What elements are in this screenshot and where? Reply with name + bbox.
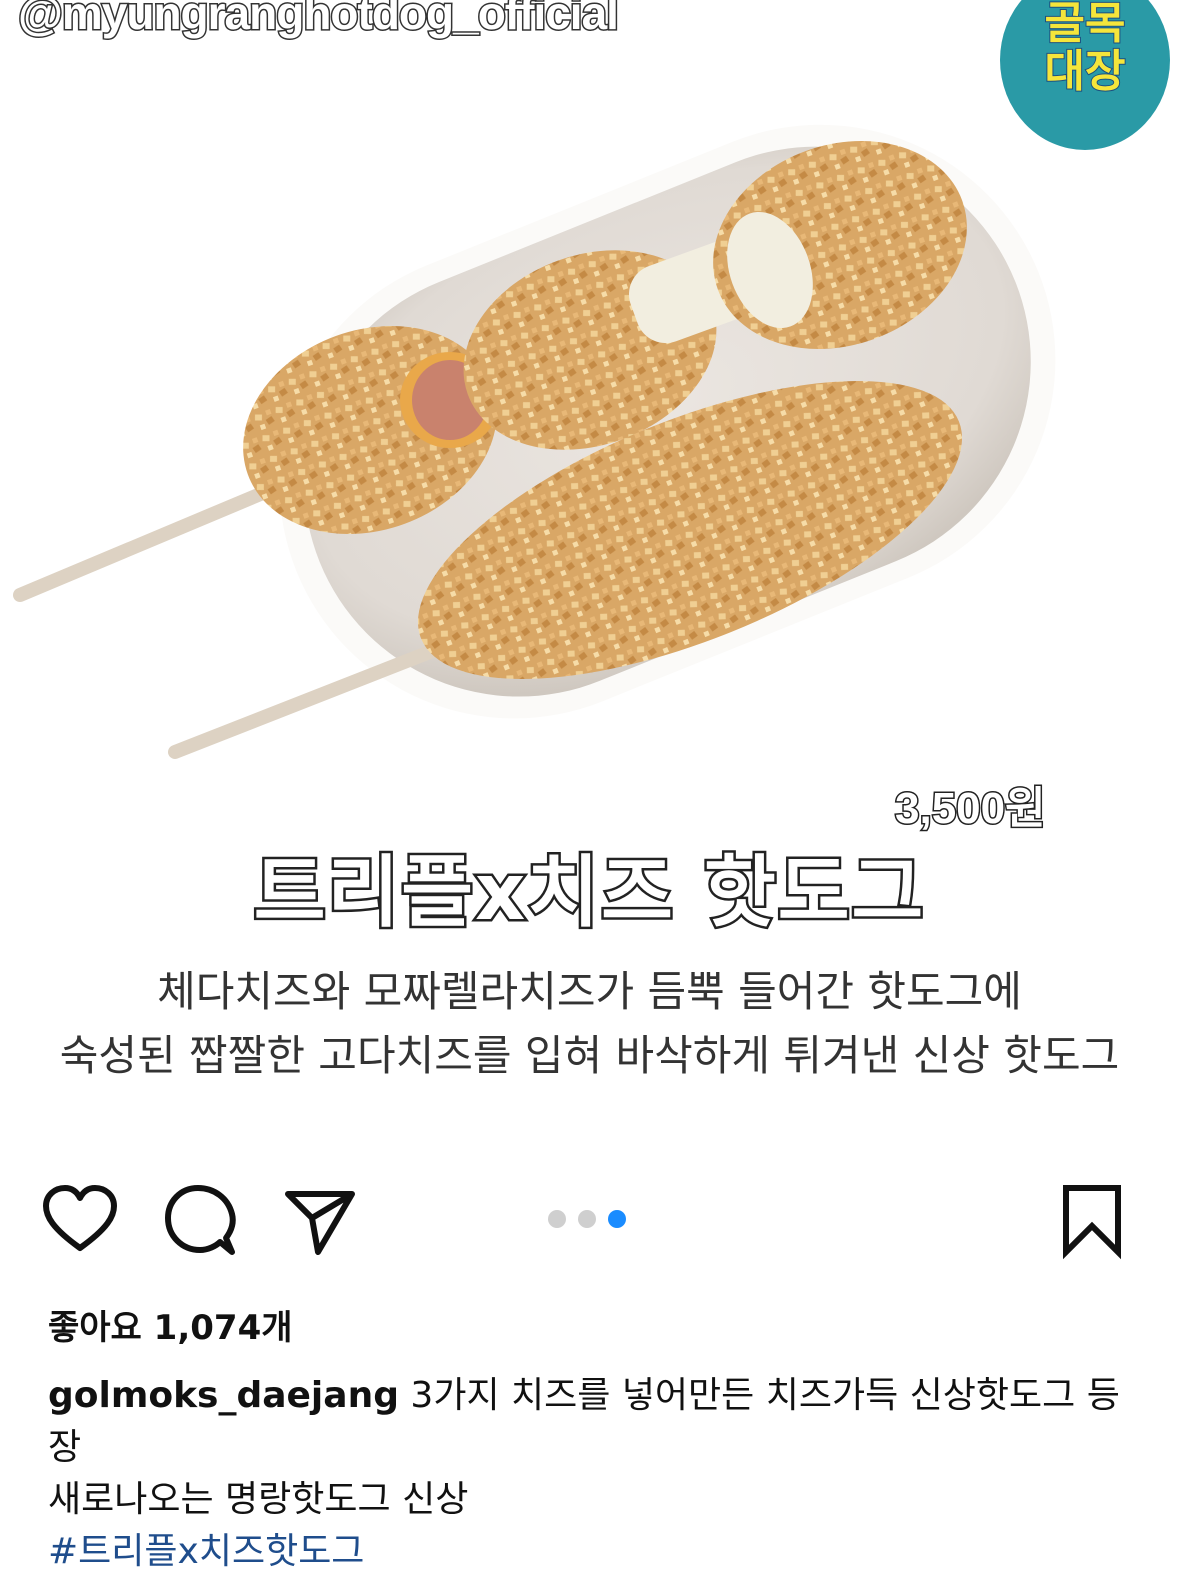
description-line-1: 체다치즈와 모짜렐라치즈가 듬뿍 들어간 핫도그에 <box>157 967 1022 1016</box>
carousel-indicator <box>548 1210 626 1230</box>
comment-icon <box>165 1185 236 1255</box>
carousel-dot-active <box>608 1210 626 1228</box>
hashtag-link[interactable]: #트리플x치즈핫도그 <box>48 1531 364 1572</box>
bookmark-icon <box>1063 1185 1121 1260</box>
heart-icon <box>43 1185 117 1251</box>
post-caption: golmoks_daejang 3가지 치즈를 넣어만든 치즈가득 신상핫도그 … <box>48 1370 1128 1578</box>
likes-count[interactable]: 좋아요 1,074개 <box>48 1300 293 1349</box>
product-title: 트리플x치즈 핫도그 <box>251 846 926 941</box>
like-button[interactable] <box>40 1180 120 1260</box>
carousel-dot <box>548 1210 566 1228</box>
caption-username[interactable]: golmoks_daejang <box>48 1375 399 1416</box>
comment-button[interactable] <box>160 1180 240 1260</box>
carousel-dot <box>578 1210 596 1228</box>
post-image[interactable]: @myungranghotdog_official 골목 대장 3,500원 트… <box>0 0 1179 1160</box>
bookmark-button[interactable] <box>1052 1180 1132 1260</box>
badge-line-1: 골목 <box>1044 0 1127 49</box>
share-button[interactable] <box>280 1180 360 1260</box>
price-label: 3,500원 <box>894 783 1048 835</box>
watermark-text: @myungranghotdog_official <box>17 0 621 41</box>
caption-line-2: 새로나오는 명랑핫도그 신상 <box>48 1479 469 1520</box>
description-line-2: 숙성된 짭짤한 고다치즈를 입혀 바삭하게 튀겨낸 신상 핫도그 <box>59 1031 1120 1080</box>
hotdog-photo <box>13 124 1056 759</box>
share-icon <box>285 1191 355 1255</box>
